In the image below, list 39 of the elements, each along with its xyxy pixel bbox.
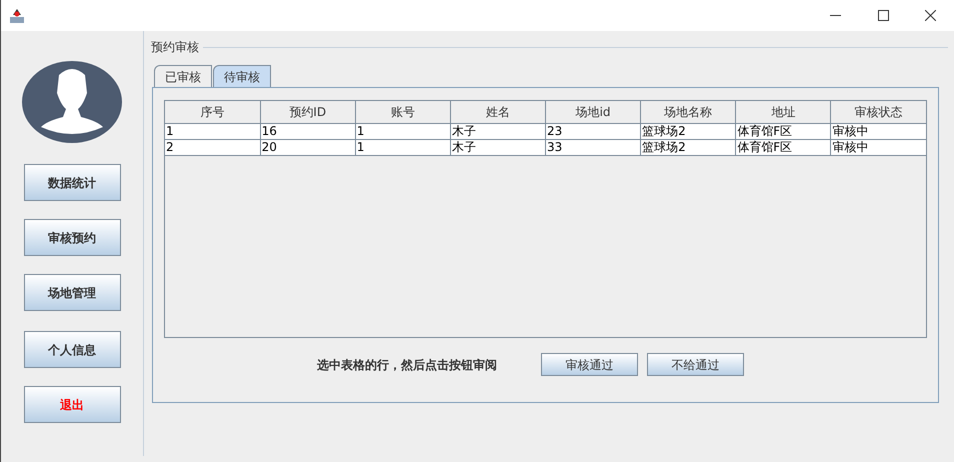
column-header[interactable]: 账号 [355,101,450,123]
review-button[interactable]: 审核通过 [541,353,638,376]
table-cell: 篮球场2 [640,139,736,155]
column-header[interactable]: 场地id [546,101,641,123]
tab[interactable]: 已审核 [154,65,212,87]
table-cell: 1 [355,139,450,155]
nav-button[interactable]: 数据统计 [24,164,120,201]
tab[interactable]: 待审核 [213,65,271,87]
table-cell: 体育馆F区 [736,123,831,139]
table-cell: 20 [260,139,356,155]
hint-text: 选中表格的行，然后点击按钮审阅 [317,356,498,374]
review-button[interactable]: 不给通过 [647,353,744,376]
table-cell: 23 [546,123,641,139]
table-cell: 体育馆F区 [736,139,831,155]
table-cell: 篮球场2 [640,123,736,139]
table-cell: 1 [355,123,450,139]
table-cell: 33 [546,139,641,155]
close-icon[interactable] [925,10,936,21]
column-header[interactable]: 审核状态 [830,101,926,123]
avatar-icon [21,61,123,143]
table-cell: 2 [165,139,260,155]
table-cell: 木子 [450,139,546,155]
nav-button[interactable]: 个人信息 [24,331,120,368]
table-cell: 木子 [450,123,546,139]
nav-button[interactable]: 场地管理 [24,274,120,311]
group-title: 预约审核 [151,38,203,56]
nav-button[interactable]: 审核预约 [24,219,120,256]
column-header[interactable]: 姓名 [450,101,546,123]
table-cell: 16 [260,123,356,139]
maximize-icon[interactable] [878,10,889,21]
minimize-icon[interactable] [830,14,841,16]
column-header[interactable]: 序号 [165,101,260,123]
column-header[interactable]: 场地名称 [640,101,736,123]
table-cell: 审核中 [830,123,926,139]
column-header[interactable]: 地址 [736,101,831,123]
column-header[interactable]: 预约ID [260,101,356,123]
table-cell: 审核中 [830,139,926,155]
table-cell: 1 [165,123,260,139]
app-icon [9,8,25,24]
